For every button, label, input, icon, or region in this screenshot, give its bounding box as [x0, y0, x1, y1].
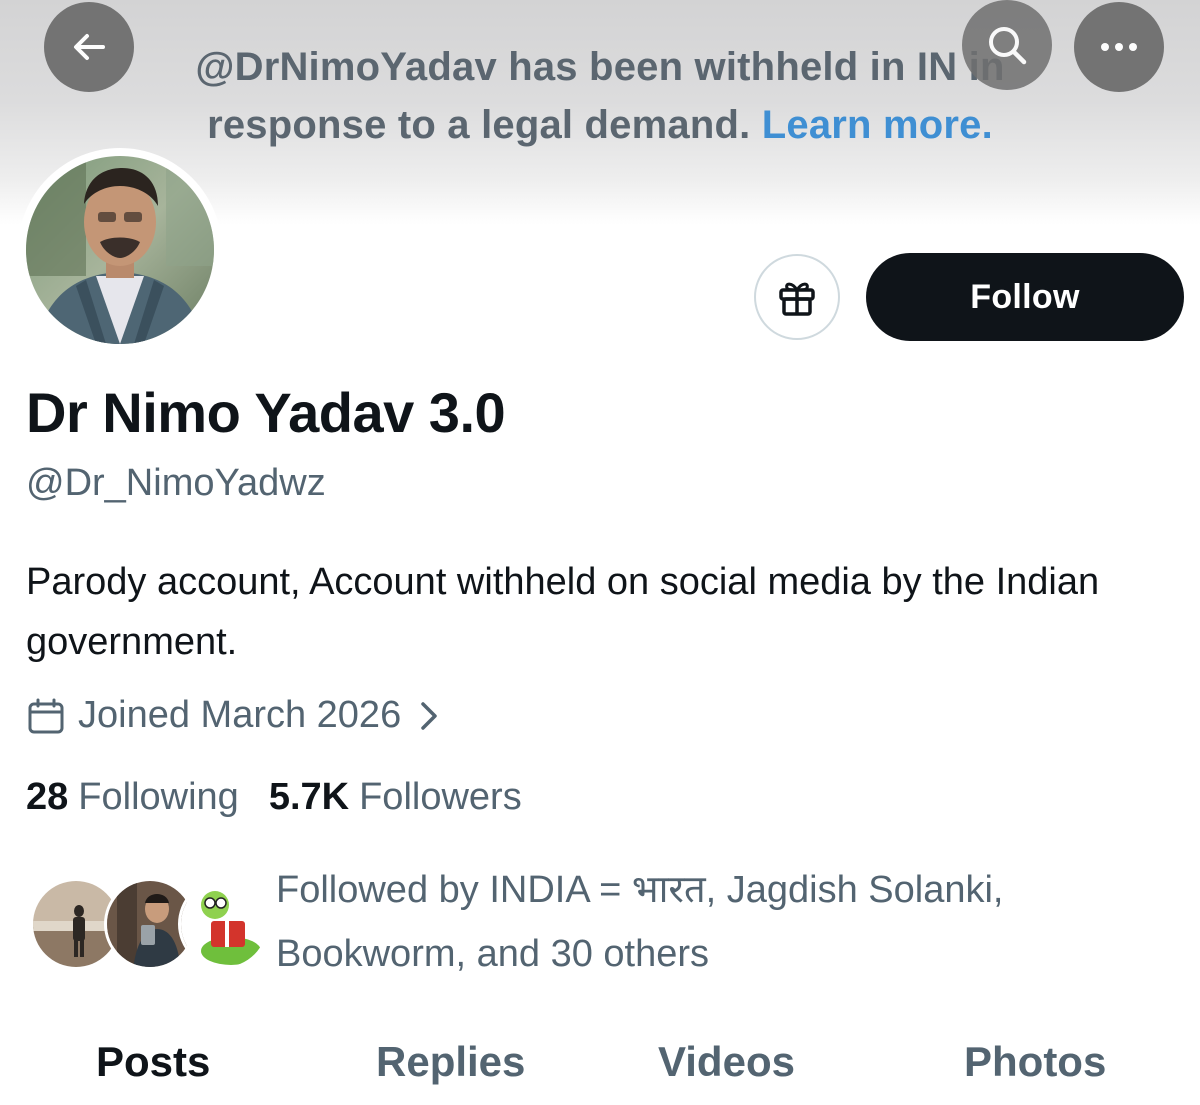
follow-button[interactable]: Follow	[866, 253, 1184, 341]
followed-by-line1: Followed by INDIA = भारत, Jagdish Solank…	[276, 869, 1004, 911]
chevron-right-icon	[417, 699, 441, 733]
profile-bio: Parody account, Account withheld on soci…	[26, 561, 1100, 663]
user-handle: @Dr_NimoYadwz	[26, 462, 326, 504]
followed-by-avatars[interactable]	[30, 878, 270, 970]
more-dots-icon	[1101, 43, 1137, 51]
tab-replies[interactable]: Replies	[376, 1038, 525, 1086]
gift-icon	[779, 282, 815, 316]
display-name: Dr Nimo Yadav 3.0	[26, 381, 506, 444]
search-icon	[989, 27, 1027, 65]
following-label: Following	[78, 776, 239, 818]
search-button[interactable]	[962, 0, 1052, 90]
following-stat[interactable]: 28 Following	[26, 776, 239, 819]
back-button[interactable]	[44, 2, 134, 92]
followers-label: Followers	[359, 776, 522, 818]
following-count: 28	[26, 776, 69, 818]
follow-stats: 28 Following 5.7K Followers	[26, 776, 522, 819]
follower-avatar	[178, 878, 270, 970]
tab-videos[interactable]: Videos	[658, 1038, 795, 1086]
withheld-notice: @DrNimoYadav has been withheld in IN in …	[100, 38, 1100, 154]
followers-stat[interactable]: 5.7K Followers	[269, 776, 522, 819]
gift-button[interactable]	[754, 254, 840, 340]
profile-avatar[interactable]	[18, 148, 222, 352]
tab-photos[interactable]: Photos	[964, 1038, 1106, 1086]
followed-by-text[interactable]: Followed by INDIA = भारत, Jagdish Solank…	[276, 858, 1176, 986]
calendar-icon	[26, 696, 66, 736]
joined-date: Joined March 2026	[78, 694, 402, 736]
tab-posts[interactable]: Posts	[96, 1038, 210, 1086]
arrow-left-icon	[74, 34, 105, 60]
learn-more-link[interactable]: Learn more.	[762, 103, 993, 147]
avatar-photo	[26, 156, 214, 344]
withheld-notice-line1: @DrNimoYadav has been withheld in IN in	[195, 45, 1005, 89]
more-options-button[interactable]	[1074, 2, 1164, 92]
followed-by-line2: Bookworm, and 30 others	[276, 933, 710, 975]
followers-count: 5.7K	[268, 776, 350, 818]
withheld-notice-line2: response to a legal demand.	[207, 103, 751, 147]
profile-tabs: Posts Replies Videos Photos	[0, 1028, 1200, 1105]
joined-date-row[interactable]: Joined March 2026	[26, 694, 441, 737]
profile-page: @DrNimoYadav has been withheld in IN in …	[0, 0, 1200, 1105]
